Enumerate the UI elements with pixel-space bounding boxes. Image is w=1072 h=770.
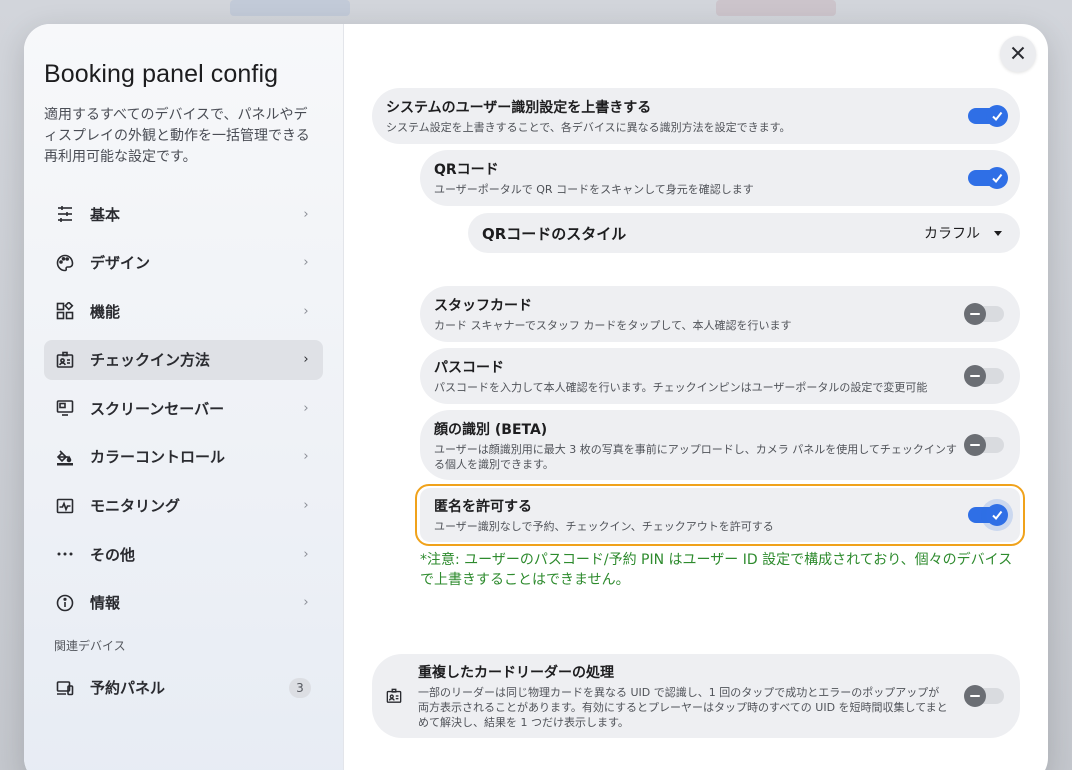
setting-title: 顔の識別 (BETA)	[434, 421, 548, 438]
chevron-right-icon: ›	[303, 352, 309, 368]
setting-title: パスコード	[434, 360, 504, 376]
id-badge-icon	[56, 351, 74, 369]
minus-icon	[964, 434, 986, 456]
sidebar-item-label: デザイン	[90, 254, 151, 273]
setting-description: ユーザーは顔識別用に最大 3 枚の写真を事前にアップロードし、カメラ パネルを使…	[434, 442, 957, 471]
main-content: システムのユーザー識別設定を上書きする システム設定を上書きすることで、各デバイ…	[344, 24, 1048, 770]
sidebar-item-design[interactable]: デザイン ›	[44, 243, 323, 283]
card-reader-icon	[386, 688, 404, 704]
setting-description: カード スキャナーでスタッフ カードをタップして、本人確認を行います	[434, 319, 792, 332]
backdrop-element	[716, 0, 836, 16]
setting-description: ユーザー識別なしで予約、チェックイン、チェックアウトを許可する	[434, 520, 774, 533]
minus-icon	[964, 303, 986, 325]
chevron-right-icon: ›	[303, 498, 309, 514]
duplicate-reader-toggle[interactable]	[964, 685, 1004, 707]
setting-face-row: 顔の識別 (BETA) ユーザーは顔識別用に最大 3 枚の写真を事前にアップロー…	[420, 410, 1020, 480]
sidebar-item-booking-panel[interactable]: 予約パネル 3	[44, 668, 323, 708]
chevron-right-icon: ›	[303, 400, 309, 416]
chevron-right-icon: ›	[303, 303, 309, 319]
sidebar-item-features[interactable]: 機能 ›	[44, 291, 323, 331]
sidebar-item-label: モニタリング	[90, 497, 181, 516]
more-dots-icon	[56, 545, 74, 563]
page-description: 適用するすべてのデバイスで、パネルやディスプレイの外観と動作を一括管理できる再利…	[44, 107, 310, 165]
sidebar-item-screensaver[interactable]: スクリーンセーバー ›	[44, 388, 323, 428]
sidebar-item-label: 基本	[90, 205, 121, 224]
sidebar-item-info[interactable]: 情報 ›	[44, 583, 323, 623]
staff-card-toggle[interactable]	[964, 303, 1004, 325]
sidebar-item-label: 機能	[90, 302, 121, 321]
backdrop-element	[230, 0, 350, 16]
chevron-right-icon: ›	[303, 546, 309, 562]
monitoring-icon	[56, 497, 74, 515]
qr-style-label: QRコードのスタイル	[482, 224, 627, 243]
qr-style-select[interactable]: カラフル	[924, 223, 1006, 243]
setting-title: QRコード	[434, 162, 499, 178]
minus-icon	[964, 365, 986, 387]
palette-icon	[56, 254, 74, 272]
setting-title: スタッフカード	[434, 298, 532, 314]
setting-duplicate-reader-row: 重複したカードリーダーの処理 一部のリーダーは同じ物理カードを異なる UID で…	[372, 654, 1020, 738]
qr-style-value: カラフル	[924, 226, 980, 242]
check-icon	[986, 504, 1008, 526]
monitor-icon	[56, 399, 74, 417]
chevron-right-icon: ›	[303, 595, 309, 611]
config-modal: Booking panel config 適用するすべてのデバイスで、パネルやデ…	[24, 24, 1048, 770]
override-toggle[interactable]	[968, 105, 1008, 127]
setting-description: システム設定を上書きすることで、各デバイスに異なる識別方法を設定できます。	[386, 121, 791, 134]
setting-description: ユーザーポータルで QR コードをスキャンして身元を確認します	[434, 183, 754, 196]
setting-description: 一部のリーダーは同じ物理カードを異なる UID で認識し、1 回のタップで成功と…	[418, 686, 948, 729]
sidebar-item-label: スクリーンセーバー	[90, 399, 225, 418]
minus-icon	[964, 685, 986, 707]
count-badge: 3	[289, 677, 311, 698]
related-devices-heading: 関連デバイス	[54, 638, 126, 653]
setting-override-row: システムのユーザー識別設定を上書きする システム設定を上書きすることで、各デバイ…	[372, 88, 1020, 144]
qr-style-row: QRコードのスタイル カラフル	[468, 213, 1020, 253]
sidebar-item-basic[interactable]: 基本 ›	[44, 194, 323, 234]
passcode-note: *注意: ユーザーのパスコード/予約 PIN はユーザー ID 設定で構成されて…	[420, 552, 1013, 588]
chevron-right-icon: ›	[303, 449, 309, 465]
sidebar-item-other[interactable]: その他 ›	[44, 534, 323, 574]
sidebar-item-label: 情報	[90, 594, 121, 613]
passcode-toggle[interactable]	[964, 365, 1004, 387]
setting-staff-card-row: スタッフカード カード スキャナーでスタッフ カードをタップして、本人確認を行い…	[420, 286, 1020, 342]
paint-bucket-icon	[56, 448, 74, 466]
face-toggle[interactable]	[964, 434, 1004, 456]
setting-description: パスコードを入力して本人確認を行います。チェックインピンはユーザーポータルの設定…	[434, 381, 928, 394]
check-icon	[986, 105, 1008, 127]
page-title: Booking panel config	[44, 60, 279, 88]
anonymous-toggle[interactable]	[968, 504, 1008, 526]
setting-anonymous-row: 匿名を許可する ユーザー識別なしで予約、チェックイン、チェックアウトを許可する	[420, 488, 1020, 542]
sidebar: Booking panel config 適用するすべてのデバイスで、パネルやデ…	[24, 24, 344, 770]
setting-passcode-row: パスコード パスコードを入力して本人確認を行います。チェックインピンはユーザーポ…	[420, 348, 1020, 404]
chevron-right-icon: ›	[303, 255, 309, 271]
close-icon	[1011, 45, 1025, 64]
sidebar-item-label: 予約パネル	[90, 679, 166, 698]
sliders-icon	[56, 205, 74, 223]
setting-title: 匿名を許可する	[434, 499, 532, 515]
chevron-right-icon: ›	[303, 206, 309, 222]
qr-toggle[interactable]	[968, 167, 1008, 189]
setting-title: システムのユーザー識別設定を上書きする	[386, 100, 652, 116]
devices-icon	[56, 679, 74, 697]
setting-qr-row: QRコード ユーザーポータルで QR コードをスキャンして身元を確認します	[420, 150, 1020, 206]
sidebar-item-color-control[interactable]: カラーコントロール ›	[44, 437, 323, 477]
close-button[interactable]	[1000, 36, 1036, 72]
sidebar-item-label: その他	[90, 545, 136, 564]
widgets-icon	[56, 302, 74, 320]
sidebar-item-checkin-methods[interactable]: チェックイン方法 ›	[44, 339, 323, 380]
caret-down-icon	[994, 230, 1002, 236]
check-icon	[986, 167, 1008, 189]
sidebar-item-label: カラーコントロール	[90, 448, 226, 467]
setting-title: 重複したカードリーダーの処理	[418, 665, 614, 681]
info-icon	[56, 594, 74, 612]
sidebar-item-label: チェックイン方法	[90, 351, 211, 370]
sidebar-item-monitoring[interactable]: モニタリング ›	[44, 486, 323, 526]
